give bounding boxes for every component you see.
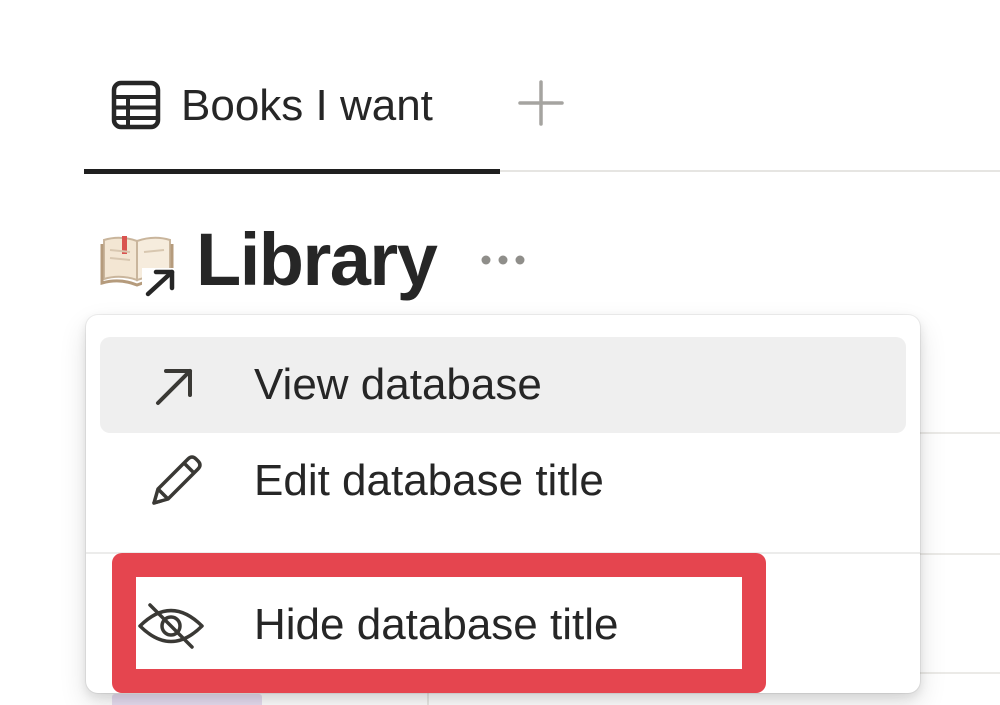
view-tab-bar: Books I want bbox=[0, 0, 1000, 174]
eye-slash-icon bbox=[138, 601, 204, 651]
database-title[interactable]: Library bbox=[196, 212, 438, 308]
menu-item-label: Edit database title bbox=[254, 456, 604, 505]
table-gridline bbox=[427, 693, 429, 705]
table-cell-tag bbox=[112, 694, 262, 705]
pencil-icon bbox=[144, 455, 204, 507]
open-book-linked-icon[interactable] bbox=[100, 232, 180, 298]
add-view-button[interactable] bbox=[516, 78, 566, 128]
tab-label: Books I want bbox=[181, 81, 433, 130]
database-more-button[interactable] bbox=[474, 242, 534, 278]
menu-item-view-database[interactable]: View database bbox=[100, 337, 906, 433]
table-gridline bbox=[920, 553, 1000, 555]
database-options-menu: View database Edit database title Hide d… bbox=[86, 315, 920, 693]
active-tab-indicator bbox=[84, 169, 500, 174]
menu-item-label: View database bbox=[254, 360, 542, 409]
table-gridline bbox=[920, 432, 1000, 434]
plus-icon bbox=[516, 80, 566, 132]
menu-separator bbox=[86, 552, 920, 554]
menu-item-edit-database-title[interactable]: Edit database title bbox=[100, 433, 906, 529]
notion-page: Books I want Library View database Edit … bbox=[0, 0, 1000, 705]
ellipsis-icon bbox=[474, 255, 534, 282]
arrow-up-right-icon bbox=[144, 361, 204, 411]
table-gridline bbox=[920, 672, 1000, 674]
menu-item-label: Hide database title bbox=[254, 600, 619, 649]
menu-item-hide-database-title[interactable]: Hide database title bbox=[100, 577, 906, 673]
tab-books-i-want[interactable]: Books I want bbox=[84, 60, 500, 174]
table-icon bbox=[111, 80, 161, 130]
